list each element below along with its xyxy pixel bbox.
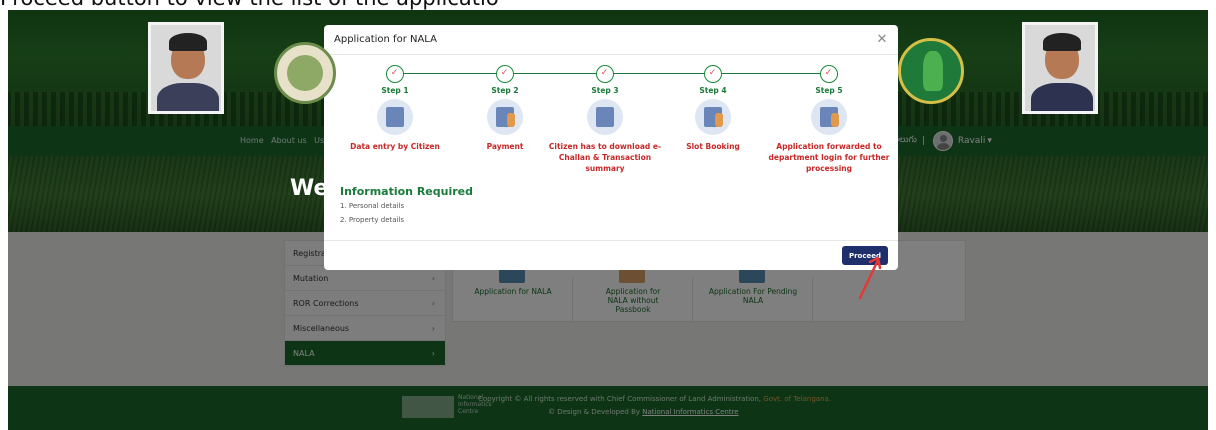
- step-check-icon: ✓: [596, 65, 614, 83]
- step-title: Step 4: [699, 86, 727, 95]
- nala-application-modal: Application for NALA ✕ ✓ Step 1 Data ent…: [324, 25, 898, 270]
- step-description: Application forwarded to department logi…: [768, 142, 890, 173]
- forward-icon: [811, 99, 847, 135]
- step-description: Data entry by Citizen: [350, 142, 440, 151]
- modal-header: Application for NALA ✕: [324, 25, 898, 55]
- step-check-icon: ✓: [820, 65, 838, 83]
- step-description: Citizen has to download e-Challan & Tran…: [548, 142, 662, 173]
- telangana-emblem-icon: [898, 38, 964, 104]
- close-icon[interactable]: ✕: [874, 25, 890, 55]
- step-check-icon: ✓: [496, 65, 514, 83]
- slot-booking-icon: [695, 99, 731, 135]
- step-check-icon: ✓: [704, 65, 722, 83]
- step-title: Step 1: [381, 86, 409, 95]
- portrait-right: [1022, 22, 1098, 114]
- step-title: Step 2: [491, 86, 519, 95]
- red-pointer-arrow-icon: [858, 256, 882, 300]
- data-entry-icon: [377, 99, 413, 135]
- modal-title: Application for NALA: [334, 34, 437, 45]
- welcome-heading: Wel: [290, 176, 336, 201]
- step-description: Slot Booking: [686, 142, 740, 151]
- payment-icon: [487, 99, 523, 135]
- info-item-property: 2. Property details: [340, 216, 405, 224]
- portrait-left: [148, 22, 224, 114]
- government-emblem-icon: [274, 42, 336, 104]
- step-check-icon: ✓: [386, 65, 404, 83]
- info-required-heading: Information Required: [340, 185, 473, 198]
- step-title: Step 5: [815, 86, 843, 95]
- challan-icon: [587, 99, 623, 135]
- step-title: Step 3: [591, 86, 619, 95]
- modal-footer: Proceed: [324, 240, 898, 270]
- info-item-personal: 1. Personal details: [340, 202, 405, 210]
